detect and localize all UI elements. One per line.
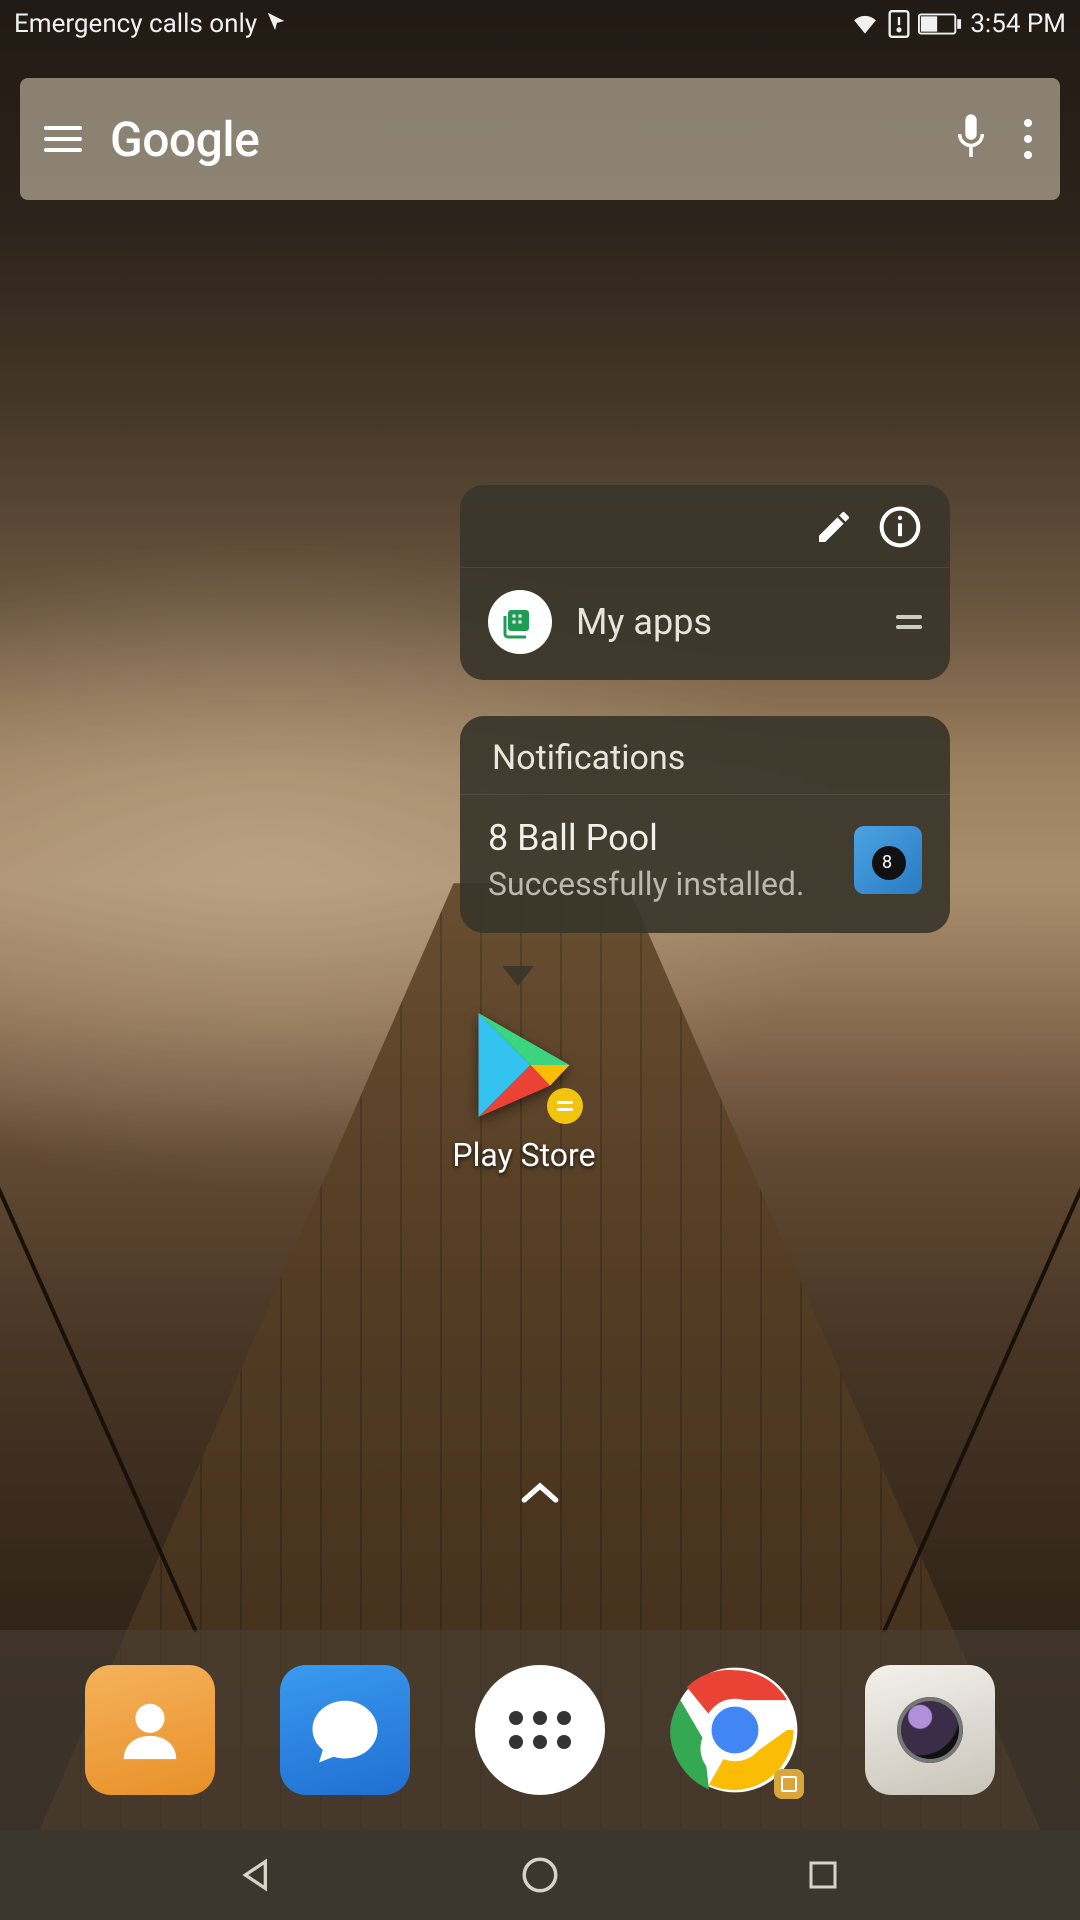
google-search-widget[interactable]: Google — [20, 78, 1060, 200]
notification-badge-icon — [547, 1088, 583, 1124]
shortcut-my-apps[interactable]: My apps — [460, 568, 950, 680]
sim-alert-icon — [888, 10, 910, 38]
app-shortcut-card: My apps — [460, 485, 950, 680]
navigation-bar — [0, 1830, 1080, 1920]
apps-grid-icon — [509, 1711, 571, 1749]
shortcut-label: My apps — [576, 601, 872, 643]
dock — [0, 1630, 1080, 1830]
my-apps-icon — [488, 590, 552, 654]
clock-text: 3:54 PM — [970, 9, 1066, 39]
battery-icon — [918, 13, 962, 35]
play-store-icon — [459, 1000, 589, 1130]
dock-app-drawer[interactable] — [475, 1665, 605, 1795]
edit-icon[interactable] — [814, 507, 854, 551]
nav-back-button[interactable] — [231, 1849, 283, 1901]
camera-lens-icon — [897, 1697, 963, 1763]
location-icon — [265, 9, 287, 39]
status-bar: Emergency calls only 3:54 PM — [0, 0, 1080, 48]
nav-home-button[interactable] — [514, 1849, 566, 1901]
overflow-menu-icon[interactable] — [1024, 119, 1032, 159]
app-notification-card: Notifications 8 Ball Pool Successfully i… — [460, 716, 950, 933]
notification-subtitle: Successfully installed. — [488, 865, 834, 903]
dock-camera[interactable] — [865, 1665, 995, 1795]
popup-pointer — [502, 966, 534, 986]
dock-messages[interactable] — [280, 1665, 410, 1795]
app-play-store[interactable]: Play Store — [434, 1000, 614, 1174]
notification-app-icon — [854, 826, 922, 894]
microphone-icon[interactable] — [954, 114, 988, 164]
nav-recent-button[interactable] — [797, 1849, 849, 1901]
chrome-recent-badge-icon — [774, 1769, 804, 1799]
app-drawer-hint[interactable] — [519, 1480, 561, 1510]
dock-chrome[interactable] — [670, 1665, 800, 1795]
hamburger-icon[interactable] — [44, 126, 82, 152]
info-icon[interactable] — [878, 505, 922, 553]
wifi-icon — [850, 12, 880, 36]
google-logo-text: Google — [110, 111, 954, 168]
app-label: Play Store — [434, 1136, 614, 1174]
notification-title: 8 Ball Pool — [488, 817, 834, 859]
notifications-header: Notifications — [460, 716, 950, 795]
network-status-text: Emergency calls only — [14, 9, 257, 39]
dock-contacts[interactable] — [85, 1665, 215, 1795]
drag-handle-icon[interactable] — [896, 615, 922, 629]
notification-item[interactable]: 8 Ball Pool Successfully installed. — [460, 795, 950, 933]
